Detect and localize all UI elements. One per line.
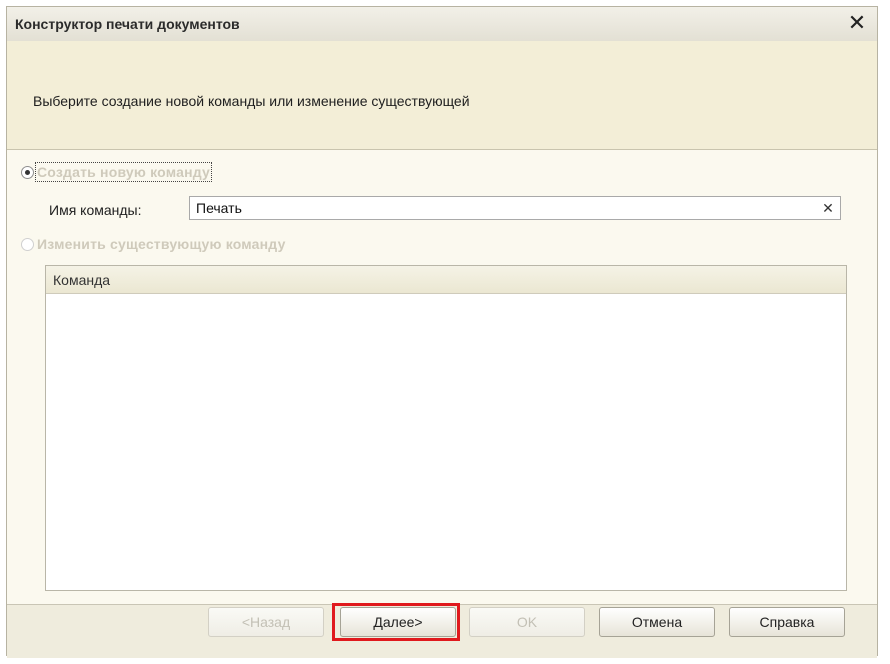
create-new-label: Создать новую команду bbox=[34, 162, 213, 182]
print-constructor-dialog: Конструктор печати документов ✕ Выберите… bbox=[6, 6, 878, 658]
ok-button[interactable]: OK bbox=[469, 607, 585, 637]
window-title: Конструктор печати документов bbox=[15, 16, 240, 32]
next-button-highlight bbox=[332, 603, 460, 641]
instruction-text: Выберите создание новой команды или изме… bbox=[33, 93, 470, 109]
table-column-header[interactable]: Команда bbox=[46, 266, 846, 294]
help-button[interactable]: Справка bbox=[729, 607, 845, 637]
create-new-option[interactable]: Создать новую команду bbox=[21, 161, 213, 183]
header-panel: Выберите создание новой команды или изме… bbox=[7, 41, 877, 150]
edit-existing-radio[interactable] bbox=[21, 237, 34, 251]
create-new-radio[interactable] bbox=[21, 165, 34, 179]
close-icon[interactable]: ✕ bbox=[845, 11, 869, 35]
command-name-input[interactable] bbox=[189, 196, 841, 220]
cancel-button[interactable]: Отмена bbox=[599, 607, 715, 637]
commands-table[interactable]: Команда bbox=[45, 265, 847, 591]
command-name-label: Имя команды: bbox=[49, 202, 142, 218]
edit-existing-option[interactable]: Изменить существующую команду bbox=[21, 233, 286, 255]
title-bar: Конструктор печати документов ✕ bbox=[7, 7, 877, 42]
back-button[interactable]: <Назад bbox=[208, 607, 324, 637]
edit-existing-label: Изменить существующую команду bbox=[37, 236, 286, 252]
clear-icon[interactable]: ✕ bbox=[819, 199, 837, 217]
